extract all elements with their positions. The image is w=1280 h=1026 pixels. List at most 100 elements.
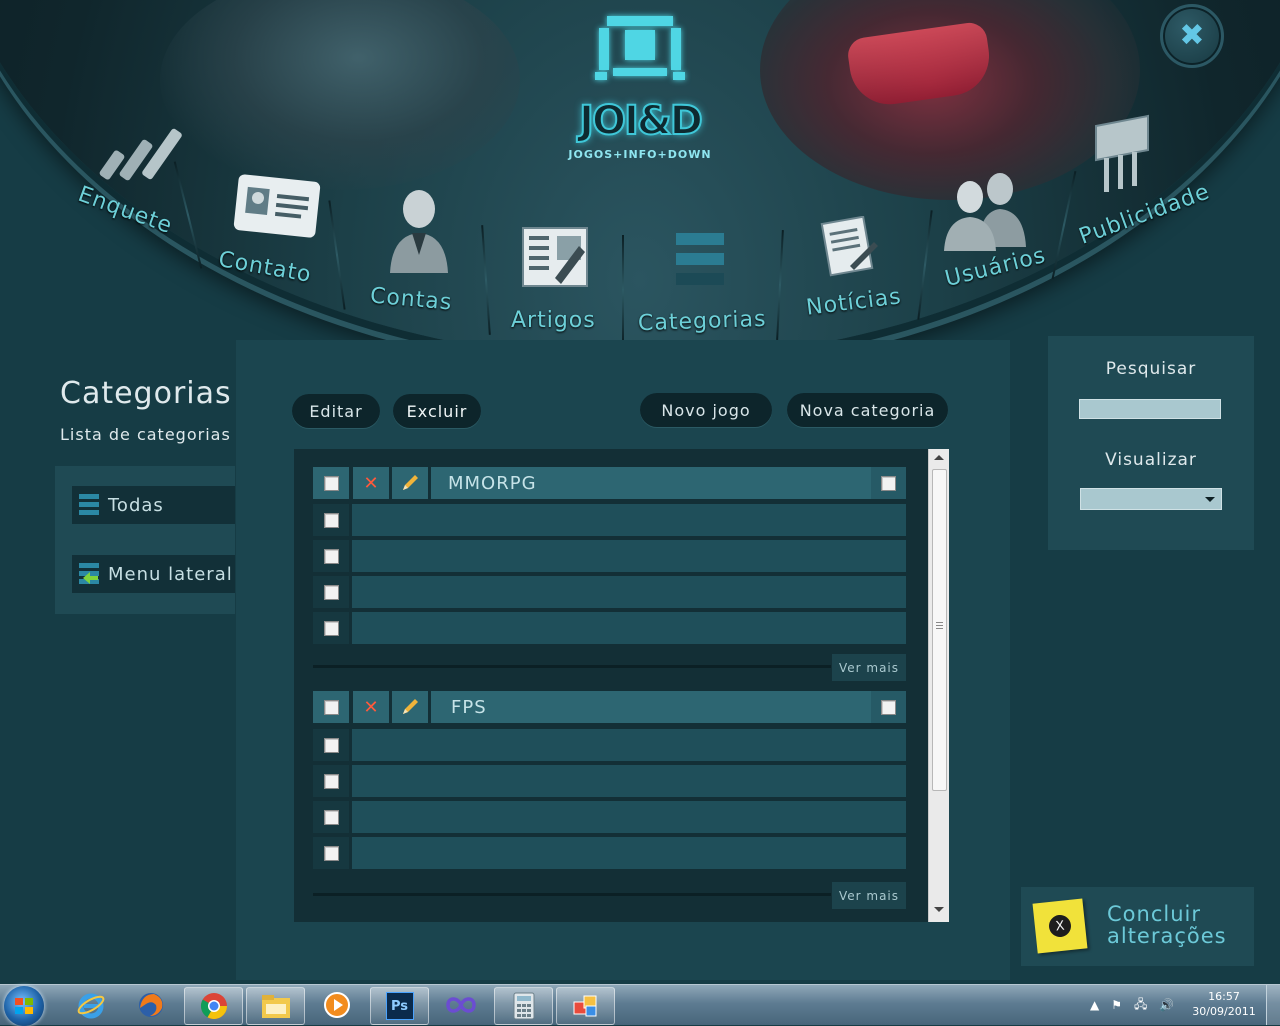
nav-usuarios[interactable]: Usuários	[930, 165, 1060, 305]
category-title-bar[interactable]: FPS	[431, 691, 871, 723]
row-checkbox[interactable]	[323, 584, 339, 600]
finish-line-1: Concluir	[1107, 902, 1201, 926]
scroll-down-arrow-icon[interactable]	[934, 907, 944, 912]
taskbar-firefox[interactable]	[122, 987, 179, 1023]
row-checkbox[interactable]	[323, 845, 339, 861]
row-checkbox[interactable]	[323, 620, 339, 636]
row-checkbox[interactable]	[323, 548, 339, 564]
media-player-icon	[323, 992, 350, 1018]
category-toggle-checkbox[interactable]	[881, 699, 896, 715]
user-account-icon	[390, 190, 448, 273]
page-subtitle: Lista de categorias	[60, 425, 231, 444]
category-edit-button[interactable]	[392, 691, 428, 723]
clock-date: 30/09/2011	[1192, 1005, 1256, 1018]
nav-publicidade[interactable]: Publicidade	[1070, 110, 1220, 260]
list-scrollbar[interactable]	[928, 449, 949, 922]
sidebar-item-label: Todas	[108, 494, 164, 516]
category-checkbox[interactable]	[323, 475, 339, 491]
row-select-cell[interactable]	[313, 576, 349, 608]
file-explorer-icon	[261, 995, 290, 1018]
category-toggle-cell[interactable]	[871, 691, 906, 723]
row-checkbox[interactable]	[323, 773, 339, 789]
table-row[interactable]	[352, 837, 906, 869]
category-checkbox[interactable]	[323, 699, 339, 715]
delete-x-icon: ✕	[363, 472, 379, 494]
delete-button[interactable]: Excluir	[393, 394, 481, 428]
taskbar: Ps ▲ ⚑ 🖧 🔊 16:57 30/09/2011	[0, 984, 1280, 1026]
category-select-cell[interactable]	[313, 467, 349, 499]
table-row[interactable]	[352, 801, 906, 833]
edit-button[interactable]: Editar	[292, 394, 380, 428]
clock[interactable]: 16:57 30/09/2011	[1192, 989, 1256, 1019]
row-checkbox[interactable]	[323, 737, 339, 753]
clock-time: 16:57	[1208, 990, 1240, 1003]
site-logo[interactable]: JOI&D JOGOS+INFO+DOWN	[560, 10, 720, 180]
taskbar-internet-explorer[interactable]	[62, 987, 119, 1023]
sidebar-item-todas[interactable]: Todas	[72, 486, 235, 524]
nav-enquete[interactable]: Enquete	[70, 110, 190, 250]
table-row[interactable]	[352, 540, 906, 572]
category-edit-button[interactable]	[392, 467, 428, 499]
table-row[interactable]	[352, 576, 906, 608]
view-select[interactable]	[1080, 488, 1222, 510]
nav-contas[interactable]: Contas	[350, 185, 480, 325]
taskbar-paint[interactable]	[556, 987, 615, 1025]
nav-contato[interactable]: Contato	[200, 165, 330, 295]
row-checkbox[interactable]	[323, 512, 339, 528]
note-letter: X	[1047, 913, 1073, 939]
network-icon[interactable]: 🖧	[1134, 995, 1147, 1016]
see-more-button[interactable]: Ver mais	[832, 882, 906, 909]
poll-bars-icon	[99, 128, 182, 181]
taskbar-photoshop[interactable]: Ps	[370, 987, 429, 1025]
tray-expand-icon[interactable]: ▲	[1090, 998, 1099, 1012]
table-row[interactable]	[352, 765, 906, 797]
taskbar-chrome[interactable]	[184, 987, 243, 1025]
scroll-up-arrow-icon[interactable]	[934, 455, 944, 460]
photoshop-icon-label: Ps	[390, 998, 409, 1014]
taskbar-file-explorer[interactable]	[246, 987, 305, 1025]
close-button[interactable]: ✖	[1160, 4, 1224, 68]
nav-noticias[interactable]: Notícias	[790, 210, 920, 330]
show-desktop-button[interactable]	[1266, 985, 1280, 1025]
category-delete-button[interactable]: ✕	[353, 467, 389, 499]
table-row[interactable]	[352, 612, 906, 644]
finish-changes-label: Concluir alterações	[1107, 903, 1227, 947]
row-select-cell[interactable]	[313, 729, 349, 761]
row-select-cell[interactable]	[313, 540, 349, 572]
nav-artigos[interactable]: Artigos	[495, 220, 615, 340]
start-button[interactable]	[4, 986, 44, 1026]
finish-changes-button[interactable]: X Concluir alterações	[1021, 887, 1254, 966]
logo-text: JOI&D	[578, 97, 704, 145]
category-toggle-checkbox[interactable]	[881, 475, 896, 491]
new-game-button[interactable]: Novo jogo	[640, 393, 772, 427]
scroll-thumb[interactable]	[932, 469, 947, 791]
see-more-button[interactable]: Ver mais	[832, 654, 906, 681]
category-delete-button[interactable]: ✕	[353, 691, 389, 723]
sticky-note-icon: X	[1032, 898, 1088, 954]
row-select-cell[interactable]	[313, 837, 349, 869]
system-tray: ▲ ⚑ 🖧 🔊	[1090, 993, 1190, 1017]
nav-categorias[interactable]: Categorias	[630, 225, 770, 345]
article-edit-icon	[522, 227, 588, 287]
table-row[interactable]	[352, 504, 906, 536]
photoshop-icon: Ps	[385, 992, 414, 1020]
row-checkbox[interactable]	[323, 809, 339, 825]
new-category-button[interactable]: Nova categoria	[787, 393, 948, 427]
row-select-cell[interactable]	[313, 612, 349, 644]
volume-icon[interactable]: 🔊	[1159, 998, 1174, 1012]
search-input[interactable]	[1079, 399, 1221, 419]
category-title-bar[interactable]: MMORPG	[431, 467, 871, 499]
table-row[interactable]	[352, 729, 906, 761]
sidebar-item-menu-lateral[interactable]: Menu lateral	[72, 555, 235, 593]
row-select-cell[interactable]	[313, 504, 349, 536]
list-icon	[79, 494, 99, 515]
category-toggle-cell[interactable]	[871, 467, 906, 499]
taskbar-calculator[interactable]	[494, 987, 553, 1025]
row-select-cell[interactable]	[313, 801, 349, 833]
taskbar-visual-studio[interactable]	[432, 987, 489, 1023]
category-select-cell[interactable]	[313, 691, 349, 723]
taskbar-media-player[interactable]	[308, 987, 365, 1023]
action-center-flag-icon[interactable]: ⚑	[1111, 998, 1122, 1012]
row-select-cell[interactable]	[313, 765, 349, 797]
view-label: Visualizar	[1105, 450, 1197, 470]
